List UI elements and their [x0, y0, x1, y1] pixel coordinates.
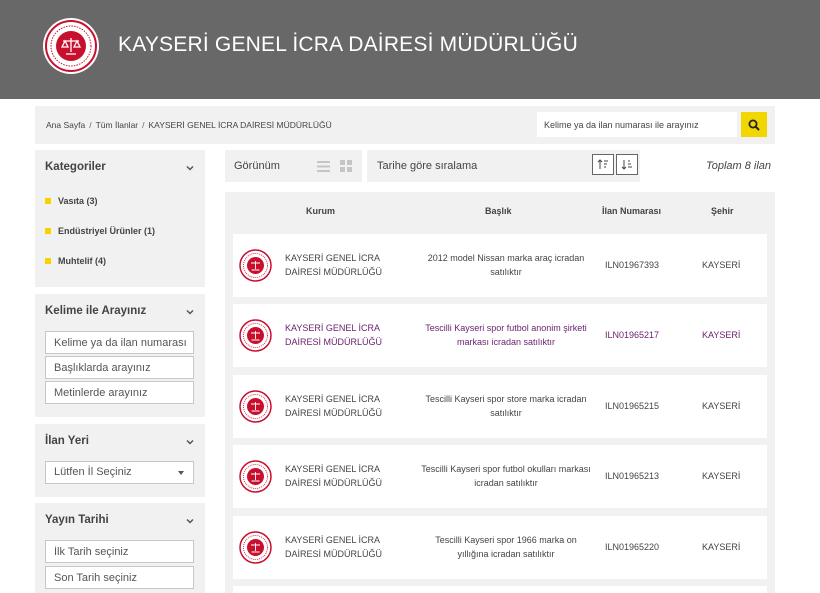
row-listing-number: ILN01965220	[605, 542, 660, 552]
row-title[interactable]: Tescilli Kayseri spor futbol okulları ma…	[421, 462, 591, 490]
chevron-down-icon[interactable]	[185, 437, 195, 447]
row-institution: KAYSERİ GENEL İCRA DAİRESİ MÜDÜRLÜĞÜ	[285, 464, 383, 488]
breadcrumb-separator: /	[89, 120, 92, 130]
row-title[interactable]: Tescilli Kayseri spor futbol anonim şirk…	[421, 321, 591, 349]
list-view-button[interactable]	[314, 157, 332, 175]
search-icon	[748, 119, 760, 131]
table-row-partial[interactable]	[233, 586, 767, 593]
breadcrumb-all-listings-link[interactable]: Tüm İlanlar	[96, 120, 139, 130]
table-row[interactable]: KAYSERİ GENEL İCRA DAİRESİ MÜDÜRLÜĞÜ Tes…	[233, 516, 767, 579]
categories-title: Kategoriler	[45, 161, 106, 173]
province-select[interactable]: Lütfen İl Seçiniz	[45, 461, 194, 484]
category-bullet	[45, 198, 51, 204]
page-title: KAYSERİ GENEL İCRA DAİRESİ MÜDÜRLÜĞÜ	[118, 33, 578, 56]
row-institution: KAYSERİ GENEL İCRA DAİRESİ MÜDÜRLÜĞÜ	[285, 394, 383, 418]
category-label: Vasıta (3)	[58, 196, 98, 206]
grid-view-icon	[340, 160, 352, 172]
institution-seal-icon	[239, 319, 272, 352]
total-listings-count: Toplam 8 ilan	[706, 160, 772, 172]
row-institution: KAYSERİ GENEL İCRA DAİRESİ MÜDÜRLÜĞÜ	[285, 535, 383, 559]
category-bullet	[45, 228, 51, 234]
site-header: KAYSERİ GENEL İCRA DAİRESİ MÜDÜRLÜĞÜ	[0, 0, 820, 99]
row-city: KAYSERİ	[702, 542, 741, 552]
row-institution: KAYSERİ GENEL İCRA DAİRESİ MÜDÜRLÜĞÜ	[285, 253, 383, 277]
column-header-sehir[interactable]: Şehir	[711, 206, 734, 216]
table-row[interactable]: KAYSERİ GENEL İCRA DAİRESİ MÜDÜRLÜĞÜ Tes…	[233, 445, 767, 508]
column-header-baslik[interactable]: Başlık	[485, 206, 512, 216]
breadcrumb: Ana Sayfa / Tüm İlanlar / KAYSERİ GENEL İCRA…	[46, 120, 332, 130]
chevron-down-icon[interactable]	[185, 307, 195, 317]
row-listing-number: ILN01965213	[605, 471, 660, 481]
category-item-endustriyel[interactable]: Endüstriyel Ürünler (1)	[45, 226, 155, 236]
end-date-field[interactable]	[45, 566, 194, 589]
publish-date-title: Yayın Tarihi	[45, 514, 109, 526]
keyword-search-panel: Kelime ile Arayınız	[35, 294, 205, 417]
row-city: KAYSERİ	[702, 330, 741, 340]
institution-seal-icon	[239, 531, 272, 564]
table-row[interactable]: KAYSERİ GENEL İCRA DAİRESİ MÜDÜRLÜĞÜ Tes…	[233, 375, 767, 438]
category-label: Endüstriyel Ürünler (1)	[58, 226, 156, 236]
category-item-muhtelif[interactable]: Muhtelif (4)	[45, 256, 106, 266]
row-listing-number: ILN01965217	[605, 330, 660, 340]
start-date-field[interactable]	[45, 540, 194, 563]
view-toggle-bar: Görünüm	[225, 150, 362, 182]
row-city: KAYSERİ	[702, 401, 741, 411]
sort-descending-button[interactable]	[616, 154, 638, 175]
row-city: KAYSERİ	[702, 471, 741, 481]
search-button[interactable]	[741, 112, 767, 137]
view-label: Görünüm	[234, 160, 280, 172]
publish-date-panel: Yayın Tarihi	[35, 503, 205, 593]
breadcrumb-home-link[interactable]: Ana Sayfa	[46, 120, 85, 130]
row-listing-number: ILN01965215	[605, 401, 660, 411]
breadcrumb-current: KAYSERİ GENEL İCRA DAİRESİ MÜDÜRLÜĞÜ	[148, 120, 332, 130]
sort-ascending-icon	[597, 159, 608, 169]
table-row[interactable]: KAYSERİ GENEL İCRA DAİRESİ MÜDÜRLÜĞÜ 201…	[233, 234, 767, 297]
title-search-field[interactable]	[45, 356, 194, 379]
row-title[interactable]: Tescilli Kayseri spor store marka icrada…	[421, 392, 591, 420]
list-view-icon	[316, 160, 330, 172]
keyword-field[interactable]	[45, 331, 194, 354]
row-title[interactable]: 2012 model Nissan marka araç icradan sat…	[421, 251, 591, 279]
institution-seal-icon	[239, 390, 272, 423]
column-header-ilan-no[interactable]: İlan Numarası	[602, 206, 661, 216]
category-label: Muhtelif (4)	[58, 256, 106, 266]
category-item-vasita[interactable]: Vasıta (3)	[45, 196, 98, 206]
column-header-kurum[interactable]: Kurum	[306, 206, 335, 216]
search-input[interactable]	[537, 112, 737, 137]
keyword-search-title: Kelime ile Arayınız	[45, 305, 147, 317]
row-institution: KAYSERİ GENEL İCRA DAİRESİ MÜDÜRLÜĞÜ	[285, 323, 383, 347]
grid-view-button[interactable]	[337, 157, 355, 175]
sort-label: Tarihe göre sıralama	[377, 160, 478, 172]
row-listing-number: ILN01967393	[605, 260, 660, 270]
sort-ascending-button[interactable]	[592, 154, 614, 175]
table-row[interactable]: KAYSERİ GENEL İCRA DAİRESİ MÜDÜRLÜĞÜ Tes…	[233, 304, 767, 367]
breadcrumb-separator: /	[142, 120, 145, 130]
institution-seal-icon	[239, 249, 272, 282]
row-city: KAYSERİ	[702, 260, 741, 270]
sort-descending-icon	[621, 160, 632, 170]
chevron-down-icon[interactable]	[185, 163, 195, 173]
institution-seal-icon	[239, 460, 272, 493]
caret-down-icon	[178, 471, 184, 475]
chevron-down-icon[interactable]	[185, 516, 195, 526]
province-select-value: Lütfen İl Seçiniz	[54, 466, 132, 478]
categories-panel: Kategoriler Vasıta (3) Endüstriyel Ürünl…	[35, 150, 205, 287]
location-title: İlan Yeri	[45, 435, 89, 447]
text-search-field[interactable]	[45, 381, 194, 404]
ministry-seal-logo[interactable]	[42, 17, 100, 75]
row-title[interactable]: Tescilli Kayseri spor 1966 marka on yıll…	[421, 533, 591, 561]
category-bullet	[45, 258, 51, 264]
location-panel: İlan Yeri Lütfen İl Seçiniz	[35, 424, 205, 497]
